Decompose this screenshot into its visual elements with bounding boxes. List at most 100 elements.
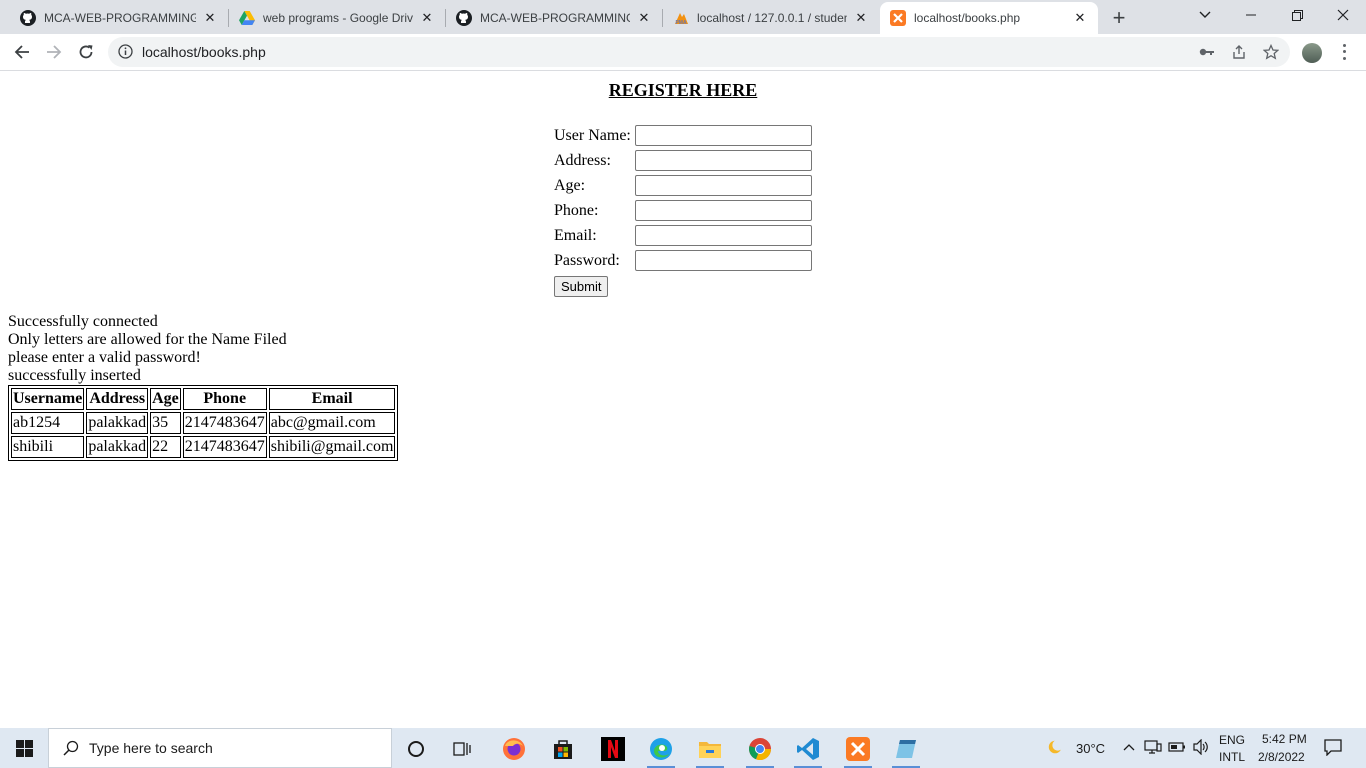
github-icon — [456, 10, 472, 26]
form-row-age: Age: — [554, 173, 812, 198]
taskbar-vscode[interactable] — [788, 732, 828, 768]
table-cell: ab1254 — [11, 412, 85, 434]
restore-button[interactable] — [1274, 0, 1320, 30]
minimize-icon — [1246, 14, 1256, 16]
browser-menu-button[interactable] — [1336, 42, 1352, 62]
notification-icon[interactable] — [1324, 738, 1342, 756]
windows-logo-icon — [15, 739, 33, 757]
netflix-icon — [601, 737, 625, 761]
tab-google-drive[interactable]: web programs - Google Drive ✕ — [229, 2, 445, 34]
weather-temperature[interactable]: 30°C — [1076, 741, 1105, 756]
taskbar-search-box[interactable]: Type here to search — [48, 728, 392, 768]
column-header-age: Age — [150, 388, 181, 410]
chrome-icon — [749, 738, 772, 761]
email-label: Email: — [554, 226, 597, 244]
clock-time[interactable]: 5:42 PM — [1262, 732, 1307, 746]
users-table: Username Address Age Phone Email ab1254 … — [8, 385, 399, 461]
notepad-icon — [896, 740, 916, 758]
close-tab-icon[interactable]: ✕ — [853, 10, 869, 26]
new-tab-button[interactable]: + — [1106, 5, 1132, 31]
cortana-button[interactable] — [396, 732, 436, 766]
tab-phpmyadmin[interactable]: PMA localhost / 127.0.0.1 / student ✕ — [663, 2, 879, 34]
github-icon — [20, 10, 36, 26]
taskbar-edge[interactable] — [641, 732, 681, 768]
start-button[interactable] — [0, 728, 48, 768]
phone-field[interactable] — [635, 200, 812, 221]
cortana-circle-icon — [408, 741, 424, 757]
address-text: localhost/books.php — [142, 44, 266, 60]
password-field[interactable] — [635, 250, 812, 271]
tab-title: localhost/books.php — [914, 11, 1021, 25]
column-header-email: Email — [268, 388, 396, 410]
close-tab-icon[interactable]: ✕ — [202, 10, 218, 26]
taskbar-netflix[interactable] — [593, 732, 633, 766]
table-cell: 2147483647 — [182, 436, 267, 458]
back-button[interactable] — [8, 38, 36, 66]
form-row-email: Email: — [554, 223, 812, 248]
submit-button[interactable]: Submit — [554, 276, 609, 297]
taskbar-file-explorer[interactable] — [690, 732, 730, 768]
status-message: Successfully connected — [8, 313, 158, 330]
task-view-icon — [453, 742, 471, 756]
form-row-address: Address: — [554, 148, 812, 173]
username-label: User Name: — [554, 126, 631, 144]
google-drive-icon — [239, 10, 255, 26]
input-language[interactable]: ENG — [1219, 733, 1245, 747]
profile-avatar[interactable] — [1302, 43, 1322, 63]
tab-books-active[interactable]: localhost/books.php ✕ — [880, 2, 1098, 34]
chevron-up-icon[interactable] — [1120, 738, 1138, 756]
close-window-button[interactable] — [1320, 0, 1366, 30]
table-row: shibili palakkad 22 2147483647 shibili@g… — [11, 436, 396, 458]
taskbar-xampp[interactable] — [838, 732, 878, 768]
status-message: Only letters are allowed for the Name Fi… — [8, 331, 287, 348]
taskbar-chrome[interactable] — [740, 732, 780, 768]
taskbar-firefox[interactable] — [494, 732, 534, 766]
table-cell: palakkad — [86, 412, 149, 434]
task-view-button[interactable] — [443, 732, 483, 766]
share-icon[interactable] — [1230, 43, 1248, 61]
close-icon — [1337, 9, 1349, 21]
phpmyadmin-icon: PMA — [673, 10, 689, 26]
username-field[interactable] — [635, 125, 812, 146]
reload-icon — [79, 45, 93, 59]
close-tab-icon[interactable]: ✕ — [1072, 10, 1088, 26]
table-cell: abc@gmail.com — [268, 412, 396, 434]
arrow-right-icon — [47, 45, 62, 59]
table-cell: shibili@gmail.com — [268, 436, 396, 458]
forward-button[interactable] — [40, 38, 68, 66]
minimize-button[interactable] — [1228, 0, 1274, 30]
bookmark-star-icon[interactable] — [1262, 43, 1280, 61]
column-header-username: Username — [11, 388, 85, 410]
tab-title: MCA-WEB-PROGRAMMING/ — [480, 11, 630, 25]
tab-github-2[interactable]: MCA-WEB-PROGRAMMING/ ✕ — [446, 2, 662, 34]
page-title: REGISTER HERE — [608, 80, 758, 100]
info-icon[interactable] — [118, 44, 133, 64]
close-tab-icon[interactable]: ✕ — [636, 10, 652, 26]
network-icon[interactable] — [1144, 738, 1162, 756]
reload-button[interactable] — [72, 38, 100, 66]
weather-icon[interactable] — [1047, 738, 1065, 756]
clock-date[interactable]: 2/8/2022 — [1258, 750, 1305, 764]
address-field[interactable] — [635, 150, 812, 171]
battery-icon[interactable] — [1168, 738, 1186, 756]
svg-text:PMA: PMA — [675, 20, 687, 25]
taskbar-store[interactable] — [543, 732, 583, 766]
tab-github-1[interactable]: MCA-WEB-PROGRAMMING/ ✕ — [10, 2, 228, 34]
close-tab-icon[interactable]: ✕ — [419, 10, 435, 26]
taskbar-notepad[interactable] — [886, 732, 926, 768]
xampp-icon — [846, 737, 870, 761]
tab-title: localhost / 127.0.0.1 / student — [697, 11, 847, 25]
volume-icon[interactable] — [1192, 738, 1210, 756]
age-field[interactable] — [635, 175, 812, 196]
tab-search-button[interactable] — [1182, 0, 1228, 30]
email-field[interactable] — [635, 225, 812, 246]
search-icon — [63, 740, 79, 756]
keyboard-layout[interactable]: INTL — [1219, 750, 1245, 764]
folder-icon — [699, 742, 721, 758]
table-cell: palakkad — [86, 436, 149, 458]
arrow-left-icon — [14, 45, 29, 59]
status-messages: Successfully connected Only letters are … — [8, 313, 287, 385]
key-icon[interactable] — [1198, 43, 1216, 61]
register-form: User Name: Address: Age: Phone: Email: P… — [554, 123, 812, 297]
address-bar[interactable]: localhost/books.php — [108, 37, 1290, 67]
